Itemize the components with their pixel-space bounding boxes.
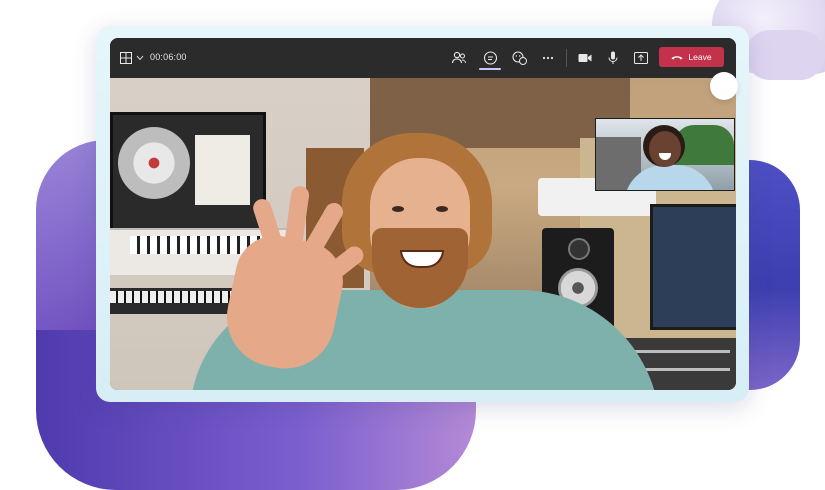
meeting-toolbar: 00:06:00 Leave: [110, 38, 736, 78]
call-timer: 00:06:00: [150, 52, 187, 62]
decorative-dot: [710, 72, 738, 100]
participant-face: [649, 131, 681, 167]
camera-icon[interactable]: [575, 48, 595, 68]
main-video-feed: [110, 78, 736, 390]
chat-icon[interactable]: [480, 48, 500, 68]
more-icon[interactable]: [538, 48, 558, 68]
decorative-cloud-small: [745, 30, 825, 80]
framed-record: [110, 112, 266, 238]
share-screen-icon[interactable]: [631, 48, 651, 68]
computer-monitor: [650, 204, 736, 330]
vinyl-disc: [118, 127, 190, 199]
chevron-down-icon[interactable]: [130, 48, 150, 68]
speaker-tweeter: [568, 238, 590, 260]
active-tab-indicator: [479, 68, 501, 70]
toolbar-divider: [566, 49, 567, 67]
person-eye: [436, 206, 448, 212]
phone-hangup-icon: [671, 52, 683, 62]
leave-label: Leave: [688, 52, 712, 62]
people-icon[interactable]: [449, 48, 469, 68]
meeting-window: 00:06:00 Leave: [110, 38, 736, 390]
participant-thumbnail[interactable]: [595, 118, 735, 191]
person-eye: [392, 206, 404, 212]
framed-certificate: [195, 135, 250, 205]
reactions-icon[interactable]: [510, 48, 530, 68]
leave-button[interactable]: Leave: [659, 47, 724, 67]
microphone-icon[interactable]: [603, 48, 623, 68]
